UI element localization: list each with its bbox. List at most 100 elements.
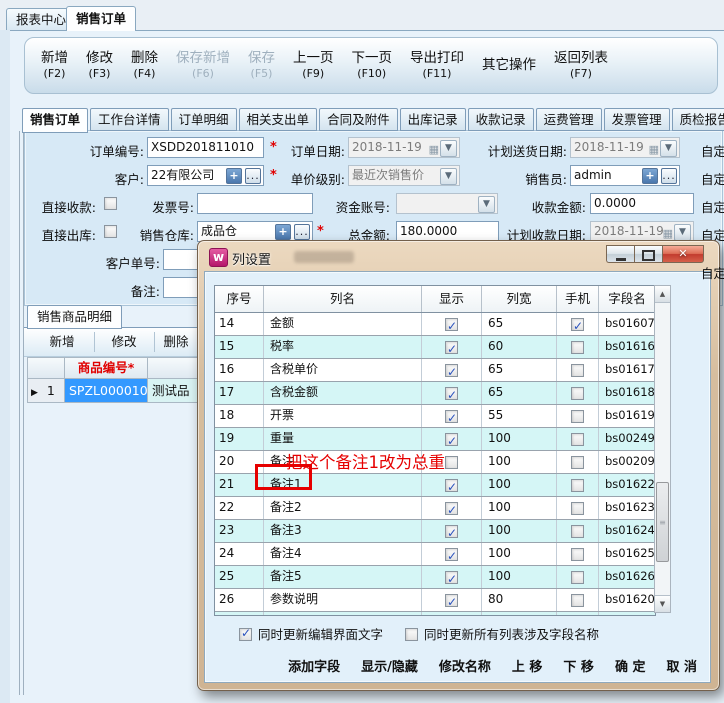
vertical-scrollbar[interactable]: ▲ ≡ ▼	[654, 285, 671, 613]
mobile-checkbox[interactable]	[571, 594, 584, 607]
add-warehouse-button[interactable]: +	[275, 224, 291, 240]
column-row[interactable]: 19 重量 100 bs00249	[215, 428, 655, 451]
column-row[interactable]: 26 参数说明 80 bs01620	[215, 589, 655, 612]
grid-header-product-code[interactable]: 商品编号*	[65, 357, 148, 379]
plan-receipt-date-input[interactable]: 2018-11-19 ▦ ▼	[590, 221, 694, 242]
toolbar-button-1[interactable]: 修改(F3)	[82, 49, 117, 83]
add-salesman-button[interactable]: +	[642, 168, 658, 184]
scroll-down-button[interactable]: ▼	[655, 595, 670, 612]
direct-outbound-checkbox[interactable]	[104, 225, 117, 238]
show-checkbox[interactable]	[445, 594, 458, 607]
column-header-1[interactable]: 列名	[264, 286, 422, 312]
dialog-button-6[interactable]: 取 消	[666, 656, 697, 675]
scrollbar-thumb[interactable]: ≡	[656, 482, 669, 562]
mobile-checkbox[interactable]	[571, 410, 584, 423]
update-edit-ui-checkbox[interactable]	[239, 628, 252, 641]
column-header-3[interactable]: 列宽	[482, 286, 557, 312]
show-checkbox[interactable]	[445, 502, 458, 515]
form-tab-2[interactable]: 订单明细	[171, 108, 237, 131]
dialog-button-3[interactable]: 上 移	[512, 656, 543, 675]
detail-edit-button[interactable]: 修改	[98, 332, 150, 352]
form-tab-5[interactable]: 出库记录	[400, 108, 466, 131]
column-row[interactable]: 24 备注4 100 bs01625	[215, 543, 655, 566]
mobile-checkbox[interactable]	[571, 525, 584, 538]
add-customer-button[interactable]: +	[226, 168, 242, 184]
column-header-4[interactable]: 手机	[557, 286, 599, 312]
customer-input[interactable]: 22有限公司 + ...	[147, 165, 264, 186]
toolbar-button-2[interactable]: 删除(F4)	[127, 49, 162, 83]
form-tab-8[interactable]: 发票管理	[604, 108, 670, 131]
order-date-input[interactable]: 2018-11-19 ▦ ▼	[348, 137, 460, 158]
form-tab-1[interactable]: 工作台详情	[90, 108, 169, 131]
column-row[interactable]: 23 备注3 100 bs01624	[215, 520, 655, 543]
detail-delete-button[interactable]: 删除	[150, 332, 202, 352]
receipt-amount-input[interactable]: 0.0000	[590, 193, 694, 214]
toolbar-button-8[interactable]: 其它操作	[478, 56, 540, 75]
browse-customer-button[interactable]: ...	[245, 168, 261, 184]
mobile-checkbox[interactable]	[571, 502, 584, 515]
mobile-checkbox[interactable]	[571, 433, 584, 446]
form-tab-0[interactable]: 销售订单	[22, 108, 88, 133]
salesman-input[interactable]: admin + ...	[570, 165, 680, 186]
toolbar-button-0[interactable]: 新增(F2)	[37, 49, 72, 83]
chevron-down-icon[interactable]: ▼	[674, 224, 691, 241]
mobile-checkbox[interactable]	[571, 479, 584, 492]
invoice-no-input[interactable]	[197, 193, 313, 214]
detail-add-button[interactable]: 新增	[36, 332, 88, 352]
show-checkbox[interactable]	[445, 364, 458, 377]
mobile-checkbox[interactable]	[571, 456, 584, 469]
column-row[interactable]: 27 颜色 100 bs00024	[215, 612, 655, 615]
column-header-5[interactable]: 字段名	[599, 286, 655, 312]
browse-warehouse-button[interactable]: ...	[294, 224, 310, 240]
column-row[interactable]: 18 开票 55 bs01619	[215, 405, 655, 428]
direct-receipt-checkbox[interactable]	[104, 197, 117, 210]
toolbar-button-4[interactable]: 保存(F5)	[244, 49, 279, 83]
maximize-button[interactable]	[634, 245, 662, 263]
price-level-select[interactable]: 最近次销售价 ▼	[348, 165, 460, 186]
mobile-checkbox[interactable]	[571, 387, 584, 400]
chevron-down-icon[interactable]: ▼	[440, 168, 457, 185]
column-row[interactable]: 25 备注5 100 bs01626	[215, 566, 655, 589]
mobile-checkbox[interactable]	[571, 571, 584, 584]
form-tab-9[interactable]: 质检报告	[672, 108, 724, 131]
dialog-button-5[interactable]: 确 定	[615, 656, 646, 675]
form-tab-3[interactable]: 相关支出单	[239, 108, 318, 131]
dialog-button-0[interactable]: 添加字段	[288, 656, 340, 675]
toolbar-button-9[interactable]: 返回列表(F7)	[550, 49, 612, 83]
show-checkbox[interactable]	[445, 479, 458, 492]
tab-sales-product-detail[interactable]: 销售商品明细	[27, 305, 122, 329]
show-checkbox[interactable]	[445, 571, 458, 584]
close-button[interactable]: ✕	[662, 245, 704, 263]
column-row[interactable]: 16 含税单价 65 bs01617	[215, 359, 655, 382]
splitter-line[interactable]	[23, 131, 24, 695]
product-code-cell[interactable]: SPZL000010	[65, 378, 148, 403]
show-checkbox[interactable]	[445, 318, 458, 331]
show-checkbox[interactable]	[445, 548, 458, 561]
column-header-2[interactable]: 显示	[422, 286, 482, 312]
toolbar-button-7[interactable]: 导出打印(F11)	[406, 49, 468, 83]
show-checkbox[interactable]	[445, 456, 458, 469]
chevron-down-icon[interactable]: ▼	[660, 140, 677, 157]
mobile-checkbox[interactable]	[571, 318, 584, 331]
toolbar-button-6[interactable]: 下一页(F10)	[348, 49, 397, 83]
show-checkbox[interactable]	[445, 387, 458, 400]
row-selector-cell[interactable]: ▶ 1	[27, 378, 65, 403]
toolbar-button-3[interactable]: 保存新增(F6)	[172, 49, 234, 83]
column-row[interactable]: 15 税率 60 bs01616	[215, 336, 655, 359]
column-row[interactable]: 22 备注2 100 bs01623	[215, 497, 655, 520]
dialog-button-1[interactable]: 显示/隐藏	[361, 656, 418, 675]
minimize-button[interactable]	[606, 245, 634, 263]
splitter-line[interactable]	[19, 131, 20, 695]
column-row[interactable]: 14 金额 65 bs01607	[215, 313, 655, 336]
dialog-button-4[interactable]: 下 移	[563, 656, 594, 675]
form-tab-4[interactable]: 合同及附件	[319, 108, 398, 131]
mobile-checkbox[interactable]	[571, 548, 584, 561]
show-checkbox[interactable]	[445, 433, 458, 446]
plan-delivery-date-input[interactable]: 2018-11-19 ▦ ▼	[570, 137, 680, 158]
form-tab-7[interactable]: 运费管理	[536, 108, 602, 131]
column-row[interactable]: 17 含税金额 65 bs01618	[215, 382, 655, 405]
scroll-up-button[interactable]: ▲	[655, 286, 670, 303]
show-checkbox[interactable]	[445, 410, 458, 423]
toolbar-button-5[interactable]: 上一页(F9)	[289, 49, 338, 83]
fund-account-select[interactable]: ▼	[396, 193, 498, 214]
